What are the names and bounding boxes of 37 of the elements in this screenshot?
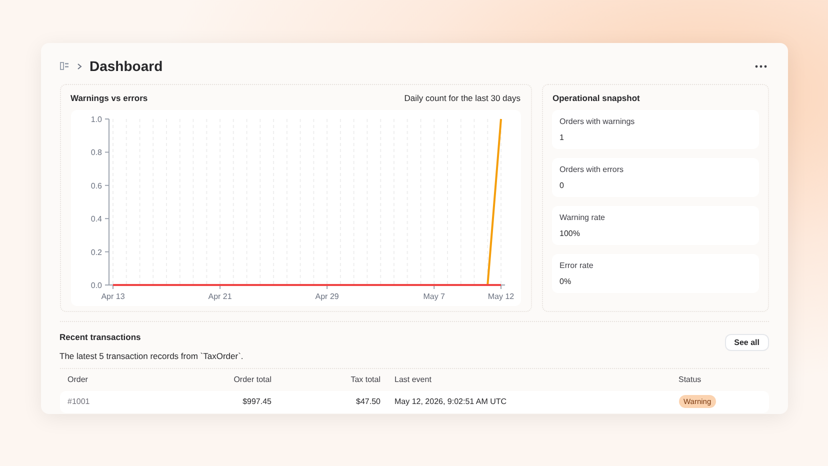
panel-title: Warnings vs errors <box>70 92 148 104</box>
x-tick-label: Apr 13 <box>100 292 124 301</box>
panel-title: Operational snapshot <box>552 92 641 104</box>
stat-value: 0 <box>560 181 565 191</box>
y-tick-label: 1.0 <box>90 115 102 124</box>
more-icon[interactable] <box>754 64 766 68</box>
column-header: Order total <box>232 374 272 386</box>
table-cell-text: May 12, 2026, 9:02:51 AM UTC <box>394 396 508 408</box>
column-header: Last event <box>394 374 432 386</box>
y-tick-label: 0.0 <box>90 281 102 290</box>
stat-value: 1 <box>560 133 565 143</box>
y-tick-label: 0.6 <box>90 181 102 190</box>
table-cell-text: $47.50 <box>355 396 380 408</box>
y-tick-label: 0.4 <box>90 214 102 224</box>
page-title: Dashboard <box>90 56 163 76</box>
y-tick-label: 0.8 <box>90 148 102 158</box>
column-header: Tax total <box>350 374 380 386</box>
table-cell-text: #1001 <box>68 396 91 408</box>
section-description: The latest 5 transaction records from `TaxOrder`. <box>60 350 244 362</box>
column-header: Status <box>678 374 702 386</box>
y-tick-label: 0.2 <box>90 248 102 257</box>
stat-label: Orders with errors <box>560 165 625 175</box>
stat-label: Error rate <box>560 261 594 271</box>
stat-label: Warning rate <box>560 213 606 223</box>
section-title: Recent transactions <box>60 331 142 344</box>
column-header: Order <box>68 374 89 386</box>
stat-value: 100% <box>560 229 581 239</box>
x-tick-label: May 7 <box>422 292 444 301</box>
panel-subtitle: Daily count for the last 30 days <box>404 92 520 104</box>
see-all-button[interactable]: See all <box>725 334 768 351</box>
x-tick-label: May 12 <box>487 292 514 301</box>
x-tick-label: Apr 21 <box>208 292 232 301</box>
stat-label: Orders with warnings <box>560 117 636 127</box>
x-tick-label: Apr 29 <box>314 292 338 301</box>
stat-value: 0% <box>560 277 572 287</box>
table-cell-text: $997.45 <box>242 396 272 408</box>
chevron-icon <box>76 62 82 70</box>
